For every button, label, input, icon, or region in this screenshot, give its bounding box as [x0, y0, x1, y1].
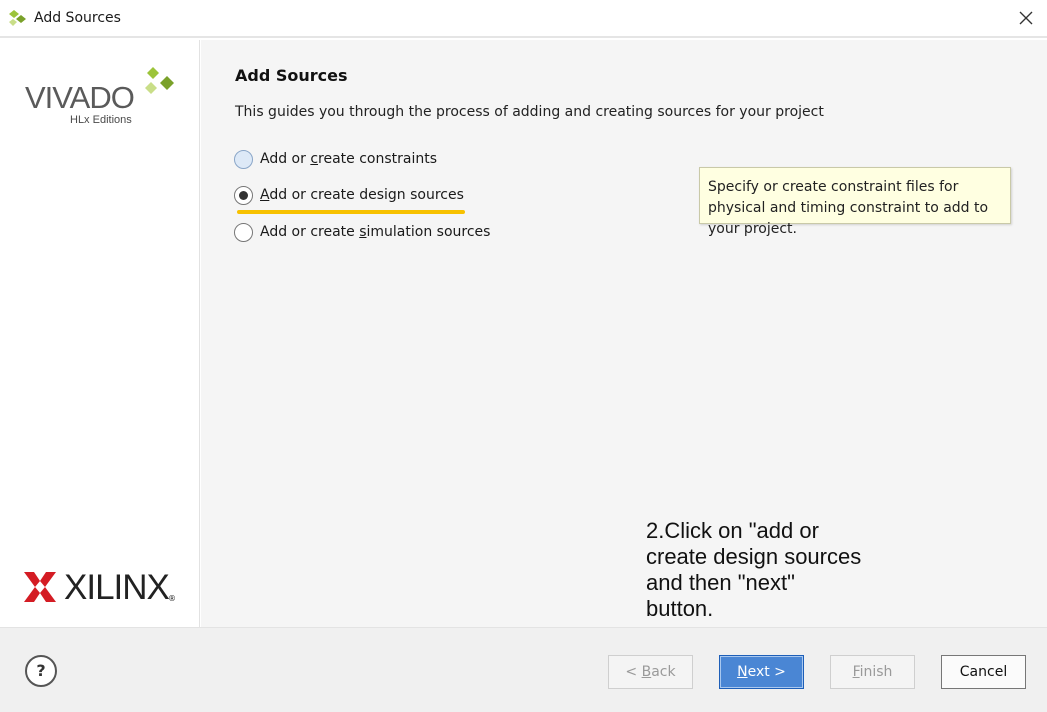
- page-title: Add Sources: [235, 66, 348, 85]
- radio-button[interactable]: [234, 185, 253, 205]
- xilinx-logo: XILINX ®: [24, 568, 184, 608]
- button-mnemonic: N: [737, 664, 748, 680]
- option-add-create-design-sources[interactable]: Add or create design sources: [234, 183, 464, 207]
- xilinx-logo-word: XILINX: [64, 568, 170, 607]
- instruction-annotation: 2.Click on "add or create design sources…: [646, 518, 862, 621]
- radio-button[interactable]: [234, 149, 253, 169]
- option-label: Add or create simulation sources: [260, 224, 490, 240]
- main-content: Add Sources This guides you through the …: [201, 40, 1047, 627]
- vivado-logo-word: VIVADO: [25, 80, 135, 115]
- option-label-text: dd or create design sources: [269, 187, 464, 203]
- vivado-leaf-icon: [9, 10, 26, 26]
- button-label: ack: [651, 664, 676, 680]
- button-label: <: [625, 664, 642, 680]
- button-label: inish: [859, 664, 893, 680]
- title-bar: Add Sources: [0, 0, 1047, 38]
- button-label: ext >: [747, 664, 786, 680]
- tooltip: Specify or create constraint files for p…: [699, 167, 1011, 237]
- option-label-text: imulation sources: [366, 224, 491, 240]
- window-title: Add Sources: [34, 10, 121, 26]
- option-add-create-constraints[interactable]: Add or create constraints: [234, 147, 437, 171]
- next-button[interactable]: Next >: [719, 655, 804, 689]
- xilinx-mark-icon: [24, 572, 56, 602]
- vivado-logo: VIVADO HLx Editions: [25, 66, 185, 130]
- highlight-underline: [237, 210, 465, 214]
- option-label-text: reate constraints: [318, 151, 438, 167]
- finish-button[interactable]: Finish: [830, 655, 915, 689]
- option-label: Add or create design sources: [260, 187, 464, 203]
- cancel-button[interactable]: Cancel: [941, 655, 1026, 689]
- page-description: This guides you through the process of a…: [235, 104, 824, 120]
- option-label-text: Add or: [260, 151, 311, 167]
- help-button[interactable]: ?: [25, 655, 57, 687]
- close-icon[interactable]: [1015, 7, 1037, 29]
- option-label-mnemonic: s: [359, 224, 367, 240]
- xilinx-registered-mark: ®: [168, 594, 176, 603]
- dialog-footer: ? < Back Next > Finish Cancel: [0, 627, 1047, 712]
- sidebar: VIVADO HLx Editions XILINX ®: [0, 40, 200, 627]
- radio-button[interactable]: [234, 222, 253, 242]
- vivado-logo-subtitle: HLx Editions: [70, 114, 132, 126]
- option-label-mnemonic: c: [310, 151, 319, 167]
- vivado-leaf-icon: [145, 67, 174, 94]
- option-label: Add or create constraints: [260, 151, 437, 167]
- option-label-text: Add or create: [260, 224, 360, 240]
- button-mnemonic: F: [852, 664, 860, 680]
- back-button[interactable]: < Back: [608, 655, 693, 689]
- option-label-mnemonic: A: [260, 187, 270, 203]
- button-mnemonic: B: [641, 664, 652, 680]
- option-add-create-simulation-sources[interactable]: Add or create simulation sources: [234, 220, 490, 244]
